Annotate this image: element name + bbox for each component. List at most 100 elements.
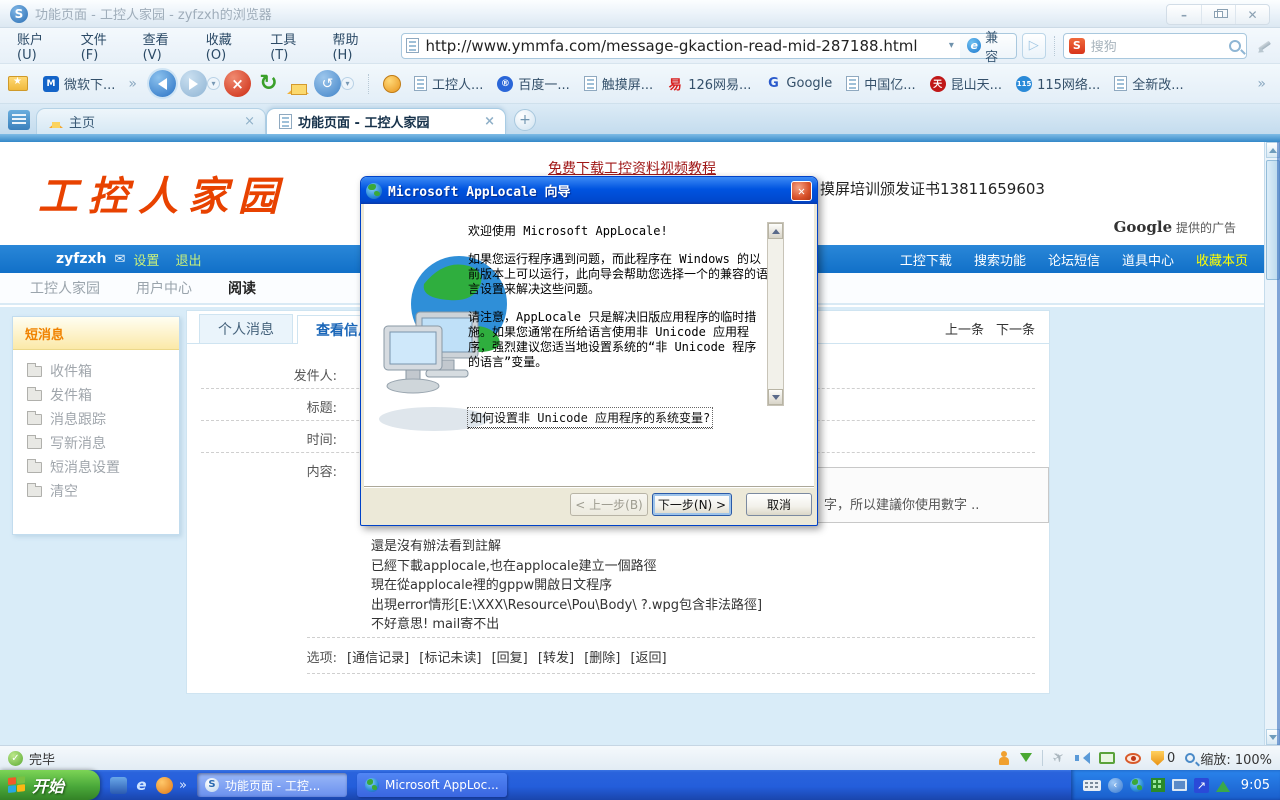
fav-link-8[interactable]: 115115网络... (1009, 71, 1107, 96)
option-forward[interactable]: [转发] (538, 651, 574, 666)
refresh-button[interactable]: ↻ (255, 70, 282, 97)
sidebar-item-track[interactable]: 消息跟踪 (27, 407, 179, 431)
tray-collapse-icon[interactable]: ‹ (1108, 778, 1123, 793)
sidebar-item-settings[interactable]: 短消息设置 (27, 455, 179, 479)
arrow-tray-icon[interactable]: ↗ (1194, 778, 1209, 793)
sidebar-item-outbox[interactable]: 发件箱 (27, 383, 179, 407)
cancel-button[interactable]: 取消 (746, 493, 812, 516)
close-button[interactable]: ✕ (1235, 5, 1269, 24)
fav-link-5[interactable]: GGoogle (758, 73, 839, 95)
unicode-help-link[interactable]: 如何设置非 Unicode 应用程序的系统变量? (468, 408, 712, 428)
monitor-tray-icon[interactable] (1172, 779, 1187, 791)
undo-dropdown[interactable]: ▾ (341, 77, 354, 90)
keyboard-tray-icon[interactable] (1083, 780, 1101, 791)
menu-file[interactable]: 文件 (F) (72, 25, 134, 67)
ie-quicklaunch-icon[interactable]: e (133, 777, 150, 794)
security-counter[interactable]: 0 (1151, 751, 1175, 766)
option-mark-unread[interactable]: [标记未读] (419, 651, 481, 666)
new-tab-button[interactable]: + (514, 109, 536, 131)
fav-link-3[interactable]: 触摸屏... (577, 71, 660, 96)
forward-button[interactable] (180, 70, 207, 97)
back-button[interactable] (149, 70, 176, 97)
fav-link-7[interactable]: 天昆山天... (923, 71, 1009, 96)
fav-link-2[interactable]: ®百度一... (490, 71, 576, 96)
option-delete[interactable]: [删除] (584, 651, 620, 666)
option-reply[interactable]: [回复] (492, 651, 528, 666)
sidebar-item-inbox[interactable]: 收件箱 (27, 359, 179, 383)
subnav-read[interactable]: 阅读 (228, 278, 256, 298)
logout-link[interactable]: 退出 (175, 250, 201, 269)
menu-tools[interactable]: 工具 (T) (261, 25, 323, 67)
address-bar[interactable]: http://www.ymmfa.com/message-gkaction-re… (401, 33, 964, 59)
fav-link-1[interactable]: 工控人... (407, 71, 490, 96)
tab-close-icon[interactable]: × (244, 114, 255, 129)
option-comm-log[interactable]: [通信记录] (347, 651, 409, 666)
fav-pinned[interactable]: M微软下... (36, 71, 122, 96)
fav-link-6[interactable]: 中国亿... (839, 71, 922, 96)
quicklaunch-app-icon[interactable] (110, 777, 127, 794)
antivirus-tray-icon[interactable] (1216, 774, 1230, 792)
dialog-titlebar[interactable]: Microsoft AppLocale 向导 ✕ (361, 177, 817, 204)
option-return[interactable]: [返回] (630, 651, 666, 666)
tab-list-icon[interactable] (8, 110, 30, 130)
prev-message-link[interactable]: 上一条 (945, 323, 984, 338)
search-input[interactable]: 搜狗 (1091, 36, 1230, 55)
address-dropdown-icon[interactable]: ▾ (943, 40, 959, 51)
bookmark-page-link[interactable]: 收藏本页 (1196, 250, 1248, 269)
dialog-scrollbar[interactable] (767, 222, 784, 406)
tab-home[interactable]: 主页 × (36, 108, 266, 134)
next-step-button[interactable]: 下一步(N) > (652, 493, 732, 516)
settings-link[interactable]: 设置 (133, 250, 159, 269)
link-props[interactable]: 道具中心 (1122, 250, 1174, 269)
download-icon[interactable] (1020, 753, 1032, 768)
scroll-up-icon[interactable] (768, 223, 783, 239)
network-tray-icon[interactable] (1151, 778, 1165, 792)
restore-button[interactable] (1201, 5, 1235, 24)
dialog-close-button[interactable]: ✕ (791, 181, 812, 201)
google-ad-label[interactable]: Google 提供的广告 (1114, 218, 1236, 236)
scroll-down-icon[interactable] (768, 389, 783, 405)
search-box[interactable]: S 搜狗 (1063, 33, 1248, 59)
address-url[interactable]: http://www.ymmfa.com/message-gkaction-re… (425, 37, 943, 55)
start-button[interactable]: 开始 (0, 770, 100, 800)
screenshot-icon[interactable] (1099, 752, 1115, 764)
globe-tray-icon[interactable] (1130, 778, 1144, 792)
menu-view[interactable]: 查看 (V) (134, 25, 197, 67)
home-button[interactable] (286, 72, 310, 96)
user-status-icon[interactable] (998, 751, 1010, 766)
menu-account[interactable]: 账户 (U) (8, 25, 72, 67)
quicklaunch-app2-icon[interactable] (156, 777, 173, 794)
zoom-control[interactable]: 缩放: 100% (1185, 749, 1272, 768)
search-icon[interactable] (1229, 40, 1241, 52)
send-icon[interactable]: ✈ (1050, 748, 1068, 768)
undo-close-button[interactable]: ↺ (314, 70, 341, 97)
ad-filter-icon[interactable] (1125, 753, 1141, 764)
task-browser[interactable]: S 功能页面 - 工控... (197, 773, 347, 797)
link-downloads[interactable]: 工控下载 (900, 250, 952, 269)
compat-mode-button[interactable]: e 兼容 (960, 33, 1016, 59)
tab-current[interactable]: 功能页面 - 工控人家园 × (266, 108, 506, 134)
link-search[interactable]: 搜索功能 (974, 250, 1026, 269)
next-message-link[interactable]: 下一条 (996, 323, 1035, 338)
quicklaunch-more-icon[interactable]: » (179, 778, 187, 793)
stop-button[interactable]: × (224, 70, 251, 97)
subnav-usercenter[interactable]: 用户中心 (136, 278, 192, 298)
favorites-folder-icon[interactable] (8, 76, 28, 91)
coin-icon[interactable] (383, 75, 401, 93)
edit-pencil-icon[interactable] (1255, 37, 1272, 55)
tab-close-icon[interactable]: × (484, 114, 495, 129)
minimize-button[interactable]: – (1167, 5, 1201, 24)
sidebar-item-clear[interactable]: 清空 (27, 479, 179, 503)
fav-overflow-icon[interactable]: » (122, 76, 143, 92)
fav-overflow-icon[interactable]: » (1251, 76, 1272, 92)
speaker-icon[interactable] (1075, 752, 1089, 764)
tab-personal-messages[interactable]: 个人消息 (199, 314, 293, 343)
go-button[interactable]: ▷ (1022, 33, 1046, 59)
link-forum-sms[interactable]: 论坛短信 (1048, 250, 1100, 269)
task-applocale[interactable]: Microsoft AppLoc... (357, 773, 507, 797)
forward-history-dropdown[interactable]: ▾ (207, 77, 220, 90)
menu-favorites[interactable]: 收藏 (O) (197, 25, 261, 67)
sidebar-item-compose[interactable]: 写新消息 (27, 431, 179, 455)
mail-icon[interactable]: ✉ (115, 252, 126, 267)
fav-link-9[interactable]: 全新改... (1107, 71, 1190, 96)
